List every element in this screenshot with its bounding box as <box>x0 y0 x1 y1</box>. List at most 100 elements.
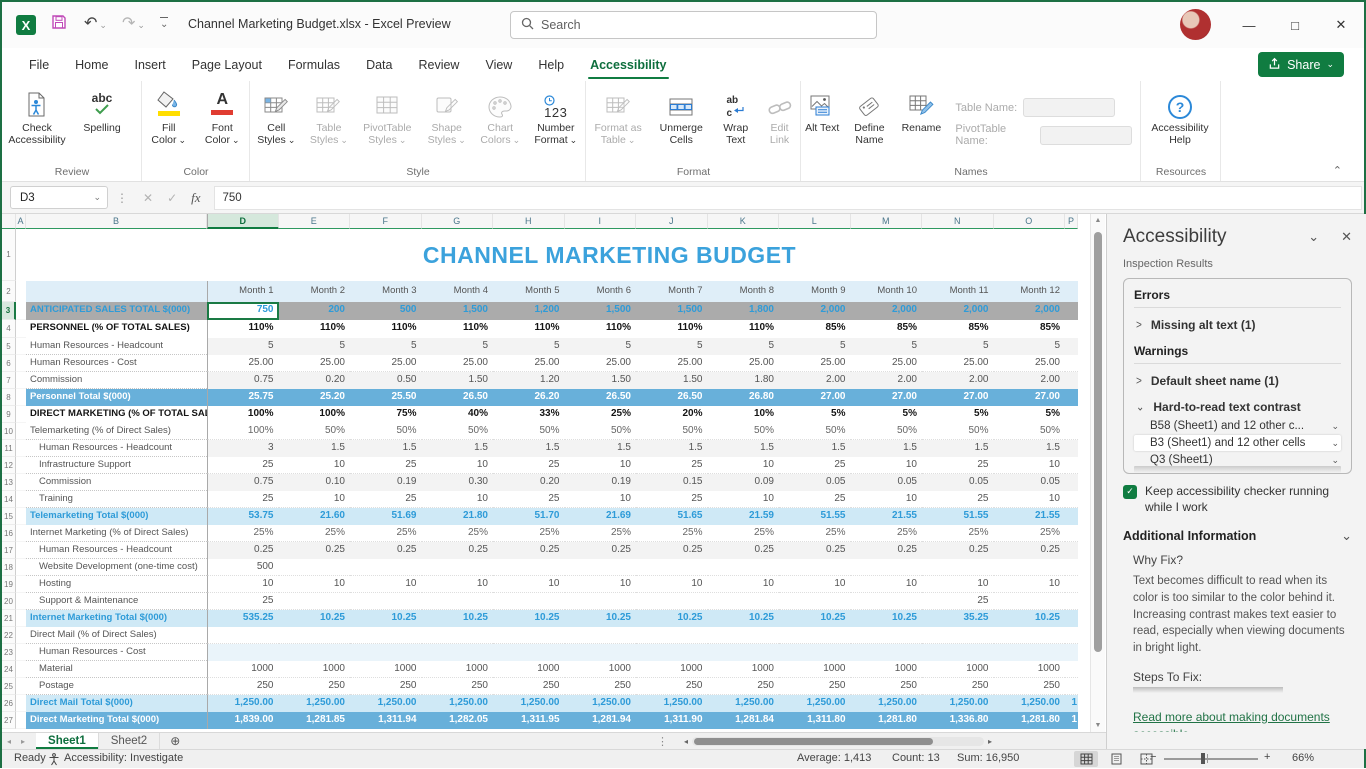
keep-checker-running-checkbox[interactable]: ✓ Keep accessibility checker running whi… <box>1123 484 1352 515</box>
cell[interactable]: 2,000 <box>851 302 923 320</box>
row-header-19[interactable]: 19 <box>2 576 16 593</box>
cell[interactable]: 10 <box>851 491 923 508</box>
cell[interactable]: 5 <box>922 338 994 355</box>
cell[interactable]: 0.50 <box>350 372 422 389</box>
cell-partial[interactable] <box>1065 491 1078 508</box>
cell[interactable] <box>207 627 279 644</box>
cell[interactable] <box>636 627 708 644</box>
cell[interactable]: 25.00 <box>922 355 994 372</box>
cell[interactable]: 5 <box>422 338 494 355</box>
tab-accessibility[interactable]: Accessibility <box>577 48 679 81</box>
cell[interactable]: 26.50 <box>565 389 637 406</box>
cell-partial[interactable] <box>1065 372 1078 389</box>
cell[interactable]: 10.25 <box>565 610 637 627</box>
cell[interactable]: 10.25 <box>994 610 1066 627</box>
row-header-15[interactable]: 15 <box>2 508 16 525</box>
cell[interactable]: 5 <box>994 338 1066 355</box>
cell-partial[interactable] <box>1065 559 1078 576</box>
cell[interactable]: 1.5 <box>565 440 637 457</box>
normal-view-button[interactable] <box>1074 751 1098 767</box>
column-header-J[interactable]: J <box>636 214 708 229</box>
cell[interactable] <box>779 627 851 644</box>
cell[interactable]: 21.55 <box>851 508 923 525</box>
cell-partial[interactable] <box>1065 423 1078 440</box>
row-header-18[interactable]: 18 <box>2 559 16 576</box>
cell[interactable]: 250 <box>422 678 494 695</box>
cell-partial[interactable] <box>1065 627 1078 644</box>
cell[interactable]: 25% <box>565 406 637 423</box>
column-header-B[interactable]: B <box>26 214 207 229</box>
cell[interactable]: 10 <box>708 491 780 508</box>
cell[interactable] <box>422 593 494 610</box>
sheet-tab-sheet2[interactable]: Sheet2 <box>99 733 160 749</box>
cell[interactable] <box>279 593 351 610</box>
cell[interactable]: 1,250.00 <box>922 695 994 712</box>
cell[interactable] <box>922 627 994 644</box>
cell[interactable] <box>350 627 422 644</box>
collapse-item-icon[interactable]: ⌄ <box>1136 400 1144 413</box>
row-label[interactable]: Human Resources - Headcount <box>26 542 207 559</box>
cell[interactable]: 85% <box>922 320 994 338</box>
cell[interactable]: 10 <box>636 576 708 593</box>
row-label[interactable]: Direct Mail Total $(000) <box>26 695 207 712</box>
cell[interactable]: 10 <box>851 457 923 474</box>
cell[interactable]: 1,250.00 <box>350 695 422 712</box>
cell[interactable]: 1.5 <box>851 440 923 457</box>
cell[interactable]: 1000 <box>422 661 494 678</box>
expand-icon[interactable]: > <box>1136 318 1142 331</box>
cell[interactable]: 1000 <box>994 661 1066 678</box>
cell[interactable]: 1000 <box>779 661 851 678</box>
formula-input[interactable]: 750 <box>214 186 1362 210</box>
cell[interactable]: 250 <box>994 678 1066 695</box>
read-more-link[interactable]: Read more about making documents accessi… <box>1133 709 1352 732</box>
cell[interactable] <box>279 644 351 661</box>
cell[interactable]: 25.00 <box>708 355 780 372</box>
cell[interactable]: 50% <box>779 423 851 440</box>
cell[interactable]: 25.00 <box>422 355 494 372</box>
cell[interactable]: 1.5 <box>922 440 994 457</box>
row-header-7[interactable]: 7 <box>2 372 16 389</box>
zoom-level[interactable]: 66% <box>1292 752 1314 764</box>
cell[interactable]: 1,250.00 <box>493 695 565 712</box>
cell[interactable]: 50% <box>493 423 565 440</box>
row-header-8[interactable]: 8 <box>2 389 16 406</box>
cell[interactable]: 0.10 <box>279 474 351 491</box>
cell[interactable]: 25 <box>207 491 279 508</box>
cell[interactable]: 5 <box>636 338 708 355</box>
row-label[interactable]: Internet Marketing Total $(000) <box>26 610 207 627</box>
cell[interactable]: 25.00 <box>493 355 565 372</box>
pane-close-icon[interactable]: ✕ <box>1341 229 1352 245</box>
warning-contrast[interactable]: ⌄Hard-to-read text contrast <box>1136 400 1341 414</box>
cell[interactable]: 1000 <box>922 661 994 678</box>
item-menu-icon[interactable]: ⌄ <box>1331 455 1339 466</box>
cell[interactable] <box>422 627 494 644</box>
cell[interactable]: 25.00 <box>565 355 637 372</box>
excel-app-icon[interactable]: X <box>16 15 36 35</box>
cell[interactable]: 1,250.00 <box>636 695 708 712</box>
cell[interactable]: 1000 <box>708 661 780 678</box>
cell[interactable]: 1,800 <box>708 302 780 320</box>
cell[interactable]: 25 <box>922 457 994 474</box>
cell[interactable]: 0.25 <box>779 542 851 559</box>
cell-partial[interactable] <box>1065 661 1078 678</box>
row-label[interactable]: PERSONNEL (% OF TOTAL SALES) <box>26 320 207 338</box>
item-menu-icon[interactable]: ⌄ <box>1331 421 1339 432</box>
cell[interactable] <box>422 644 494 661</box>
row-label[interactable]: Hosting <box>26 576 207 593</box>
cell[interactable] <box>207 644 279 661</box>
user-avatar[interactable] <box>1180 9 1211 40</box>
cell[interactable]: 2.00 <box>922 372 994 389</box>
cell-partial[interactable] <box>1065 389 1078 406</box>
cell-partial[interactable] <box>1065 457 1078 474</box>
font-color-button[interactable]: A Font Color <box>197 86 249 149</box>
row-header-23[interactable]: 23 <box>2 644 16 661</box>
cell[interactable] <box>493 593 565 610</box>
column-header-G[interactable]: G <box>422 214 494 229</box>
row-header-20[interactable]: 20 <box>2 593 16 610</box>
cell[interactable]: 500 <box>350 302 422 320</box>
insert-function-icon[interactable]: fx <box>191 190 200 206</box>
cell[interactable]: 0.05 <box>922 474 994 491</box>
column-header-M[interactable]: M <box>851 214 923 229</box>
cell[interactable]: 110% <box>350 320 422 338</box>
accessibility-status[interactable]: Accessibility: Investigate <box>64 752 183 764</box>
